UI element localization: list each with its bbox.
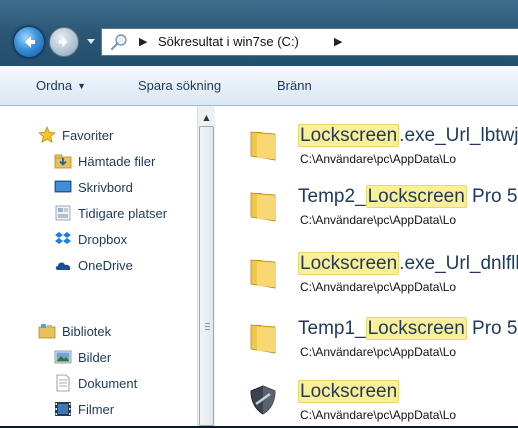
navigation-pane-scrollbar[interactable]: ▲	[197, 106, 215, 426]
nav-item-label: Tidigare platser	[78, 205, 168, 221]
videos-library-icon	[55, 402, 71, 416]
sidebar-item-documents[interactable]: Dokument	[54, 372, 137, 394]
result-name-suffix: Pro 5	[466, 186, 518, 207]
nav-item-label: Favoriter	[62, 127, 114, 143]
address-box[interactable]: ▶ Sökresultat i win7se (C:) ▶	[101, 28, 518, 56]
pictures-library-icon	[54, 350, 72, 364]
folder-icon	[250, 259, 276, 289]
folder-icon	[250, 192, 276, 222]
sidebar-item-dropbox[interactable]: Dropbox	[54, 228, 127, 250]
breadcrumb-chevron-icon[interactable]: ▶	[139, 35, 147, 48]
organize-button[interactable]: Ordna ▼	[36, 78, 86, 93]
sidebar-item-recent-places[interactable]: Tidigare platser	[54, 202, 167, 224]
burn-button[interactable]: Bränn	[277, 78, 312, 93]
nav-libraries-header[interactable]: Bibliotek	[38, 320, 111, 342]
folder-icon	[250, 324, 276, 354]
grip-icon	[205, 323, 210, 332]
nav-item-label: Bibliotek	[62, 323, 112, 339]
star-icon	[38, 126, 56, 144]
result-name-prefix: Temp1_	[298, 318, 366, 339]
sidebar-item-desktop[interactable]: Skrivbord	[54, 176, 133, 198]
search-match-highlight: Lockscreen	[298, 380, 400, 403]
breadcrumb-location[interactable]: Sökresultat i win7se (C:)	[158, 34, 299, 49]
desktop-icon	[54, 180, 72, 193]
nav-item-label: Hämtade filer	[78, 153, 156, 169]
result-name: Temp2_ Lockscreen Pro 5	[298, 185, 518, 208]
chevron-down-icon: ▼	[77, 81, 87, 91]
nav-item-label: OneDrive	[78, 257, 133, 273]
organize-label: Ordna	[36, 78, 73, 93]
forward-button[interactable]	[49, 27, 79, 57]
sidebar-item-onedrive[interactable]: OneDrive	[54, 254, 133, 276]
list-item[interactable]: Lockscreen .exe_Url_dnlfll C:\Användare\p…	[215, 240, 518, 300]
forward-arrow-icon	[58, 36, 68, 48]
list-item[interactable]: Temp1_ Lockscreen Pro 5 C:\Användare\pc\A…	[215, 305, 518, 365]
sidebar-item-videos[interactable]: Filmer	[54, 398, 114, 420]
result-path: C:\Användare\pc\AppData\Lo	[300, 280, 457, 294]
nav-item-label: Dropbox	[78, 231, 128, 247]
search-results-pane: Lockscreen .exe_Url_lbtwj C:\Användare\pc…	[215, 106, 518, 426]
scrollbar-thumb[interactable]	[199, 126, 214, 426]
onedrive-icon	[55, 262, 71, 270]
dropbox-icon	[55, 232, 71, 244]
nav-item-label: Skrivbord	[78, 179, 133, 195]
address-bar-row: ▶ Sökresultat i win7se (C:) ▶	[0, 0, 518, 66]
back-button[interactable]	[13, 26, 45, 58]
navigation-pane: Favoriter Hämtade filer Skrivbord Tidiga…	[0, 106, 197, 426]
result-name: Lockscreen .exe_Url_dnlfll	[298, 252, 518, 275]
list-item[interactable]: Lockscreen C:\Användare\pc\AppData\Lo	[215, 368, 518, 428]
nav-item-label: Bilder	[78, 349, 112, 365]
result-name-prefix: Temp2_	[298, 186, 366, 207]
nav-item-label: Dokument	[78, 375, 138, 391]
sidebar-item-pictures[interactable]: Bilder	[54, 346, 111, 368]
result-name: Lockscreen	[298, 380, 400, 403]
result-name: Temp1_ Lockscreen Pro 5	[298, 317, 518, 340]
list-item[interactable]: Lockscreen .exe_Url_lbtwj C:\Användare\pc…	[215, 112, 518, 172]
result-path: C:\Användare\pc\AppData\Lo	[300, 408, 457, 422]
recent-pages-dropdown-icon[interactable]	[86, 36, 96, 46]
libraries-icon	[38, 324, 56, 339]
search-match-highlight: Lockscreen	[365, 185, 467, 208]
list-item[interactable]: Temp2_ Lockscreen Pro 5 C:\Användare\pc\A…	[215, 173, 518, 233]
nav-favorites-header[interactable]: Favoriter	[38, 124, 113, 146]
result-path: C:\Användare\pc\AppData\Lo	[300, 213, 457, 227]
documents-library-icon	[56, 374, 70, 392]
search-match-highlight: Lockscreen	[365, 317, 467, 340]
breadcrumb-chevron-icon[interactable]: ▶	[334, 35, 342, 48]
scroll-up-icon[interactable]: ▲	[198, 110, 215, 124]
search-match-highlight: Lockscreen	[298, 124, 400, 147]
nav-item-label: Filmer	[78, 401, 115, 417]
recent-places-icon	[55, 205, 71, 221]
back-arrow-icon	[25, 36, 35, 48]
result-name: Lockscreen .exe_Url_lbtwj	[298, 124, 518, 147]
search-match-highlight: Lockscreen	[298, 252, 400, 275]
result-name-suffix: Pro 5	[466, 318, 518, 339]
result-path: C:\Användare\pc\AppData\Lo	[300, 345, 457, 359]
result-name-suffix: .exe_Url_lbtwj	[399, 125, 518, 146]
result-name-suffix: .exe_Url_dnlfll	[399, 253, 518, 274]
command-bar: Ordna ▼ Spara sökning Bränn	[0, 66, 518, 106]
folder-icon	[250, 131, 276, 161]
shield-icon	[250, 385, 276, 415]
search-icon	[110, 34, 127, 51]
sidebar-item-downloads[interactable]: Hämtade filer	[54, 150, 155, 172]
result-path: C:\Användare\pc\AppData\Lo	[300, 152, 457, 166]
save-search-button[interactable]: Spara sökning	[138, 78, 221, 93]
downloads-folder-icon	[54, 154, 72, 169]
